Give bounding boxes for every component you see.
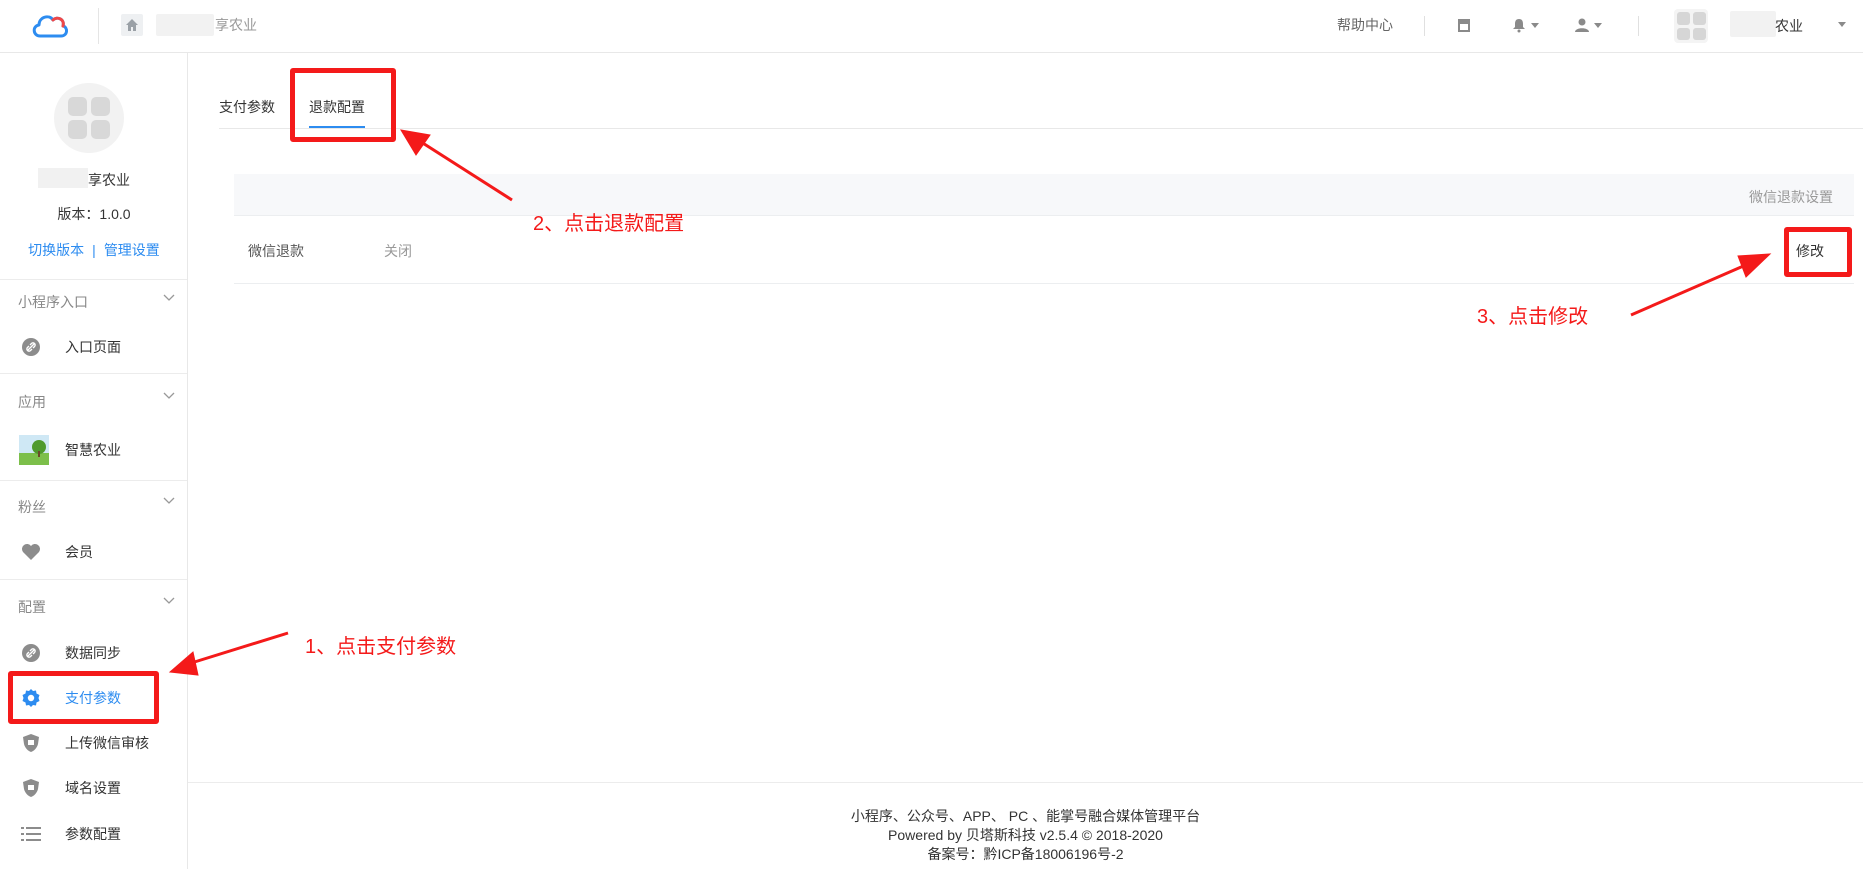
chevron-down-icon[interactable] <box>163 594 175 606</box>
chevron-down-icon[interactable] <box>1838 22 1846 27</box>
shop-name-redacted <box>38 168 88 188</box>
list-icon <box>21 824 41 844</box>
chevron-down-icon[interactable] <box>163 389 175 401</box>
sidebar-item-label: 上传微信审核 <box>65 735 149 751</box>
shield-icon <box>21 778 41 798</box>
link-icon <box>21 643 41 663</box>
sidebar-item-domain-settings[interactable]: 域名设置 <box>0 769 187 807</box>
version-label: 版本：1.0.0 <box>57 206 131 222</box>
shop-avatar <box>54 83 124 153</box>
sidebar-section-divider <box>0 480 187 481</box>
help-center-link[interactable]: 帮助中心 <box>1337 15 1393 35</box>
breadcrumb-redacted <box>156 14 214 36</box>
home-icon[interactable] <box>121 14 143 36</box>
header-separator <box>1638 16 1639 36</box>
chevron-down-icon[interactable] <box>163 291 175 303</box>
sidebar-section-divider <box>0 579 187 580</box>
tenant-avatar-icon[interactable] <box>1674 9 1708 43</box>
sidebar-item-upload-wechat-review[interactable]: 上传微信审核 <box>0 724 187 762</box>
link-icon <box>21 337 41 357</box>
tenant-name-redacted <box>1730 11 1776 37</box>
breadcrumb-current: 享农业 <box>215 17 257 33</box>
header-divider <box>98 8 99 44</box>
sidebar-section-title[interactable]: 应用 <box>18 392 46 412</box>
sidebar-item-data-sync[interactable]: 数据同步 <box>0 634 187 672</box>
tenant-name[interactable]: 农业 <box>1775 16 1803 36</box>
app-thumbnail <box>19 435 49 465</box>
sidebar-item-label: 入口页面 <box>65 339 121 355</box>
refund-settings-table: 微信退款设置 微信退款 关闭 修改 <box>234 174 1854 284</box>
cloud-logo-icon[interactable] <box>30 10 70 40</box>
annotation-step1: 1、点击支付参数 <box>305 636 457 658</box>
shield-icon <box>21 733 41 753</box>
table-header-title: 微信退款设置 <box>1749 189 1833 205</box>
switch-version-link[interactable]: 切换版本 <box>28 242 84 258</box>
sidebar-item-entry-page[interactable]: 入口页面 <box>0 328 187 366</box>
sidebar-item-members[interactable]: 会员 <box>0 533 187 571</box>
annotation-box-payment-params <box>8 671 159 724</box>
tab-payment-params[interactable]: 支付参数 <box>219 97 275 117</box>
tabs-divider <box>219 128 1863 129</box>
table-header: 微信退款设置 <box>234 174 1854 216</box>
header-separator <box>1424 16 1425 36</box>
sidebar-item-label: 数据同步 <box>65 645 121 661</box>
sidebar-item-label: 参数配置 <box>65 826 121 842</box>
sidebar-section-title[interactable]: 粉丝 <box>18 497 46 517</box>
chevron-down-icon <box>1531 22 1539 28</box>
annotation-box-refund-tab <box>290 68 396 142</box>
annotation-step3: 3、点击修改 <box>1477 306 1589 328</box>
chevron-down-icon <box>1594 22 1602 28</box>
footer: 小程序、公众号、APP、 PC 、能掌号融合媒体管理平台 Powered by … <box>188 782 1863 869</box>
chevron-down-icon[interactable] <box>163 494 175 506</box>
store-icon[interactable] <box>1456 14 1472 36</box>
annotation-step2: 2、点击退款配置 <box>533 213 685 235</box>
row-setting-status: 关闭 <box>384 243 412 259</box>
user-icon[interactable] <box>1574 14 1602 36</box>
table-row: 微信退款 关闭 修改 <box>234 216 1854 284</box>
sidebar-section-divider <box>0 373 187 374</box>
annotation-box-edit <box>1784 227 1852 277</box>
sidebar-item-param-config[interactable]: 参数配置 <box>0 815 187 853</box>
heart-icon <box>21 542 41 562</box>
footer-platform-line: 小程序、公众号、APP、 PC 、能掌号融合媒体管理平台 <box>850 808 1201 824</box>
sidebar-item-smart-agriculture[interactable]: 智慧农业 <box>0 431 187 469</box>
sidebar-item-label: 会员 <box>65 544 93 560</box>
version-links: 切换版本 | 管理设置 <box>0 240 188 260</box>
footer-icp-record: 备案号：黔ICP备18006196号-2 <box>927 846 1124 862</box>
annotation-arrows <box>168 129 1772 676</box>
sidebar-item-label: 域名设置 <box>65 780 121 796</box>
sidebar-section-divider <box>0 279 187 280</box>
footer-powered-by: Powered by 贝塔斯科技 v2.5.4 © 2018-2020 <box>888 827 1163 843</box>
bell-icon[interactable] <box>1511 14 1539 36</box>
sidebar-section-title[interactable]: 配置 <box>18 597 46 617</box>
manage-settings-link[interactable]: 管理设置 <box>104 242 160 258</box>
sidebar: 享农业 版本：1.0.0 切换版本 | 管理设置 小程序入口 入口页面 应用 智慧农… <box>0 53 188 869</box>
shop-name: 享农业 <box>88 172 130 188</box>
top-header: 享农业 帮助中心 农业 <box>0 0 1863 53</box>
links-separator: | <box>92 242 96 258</box>
row-setting-name: 微信退款 <box>248 243 304 259</box>
sidebar-item-label: 智慧农业 <box>65 442 121 458</box>
sidebar-section-title[interactable]: 小程序入口 <box>18 292 88 312</box>
